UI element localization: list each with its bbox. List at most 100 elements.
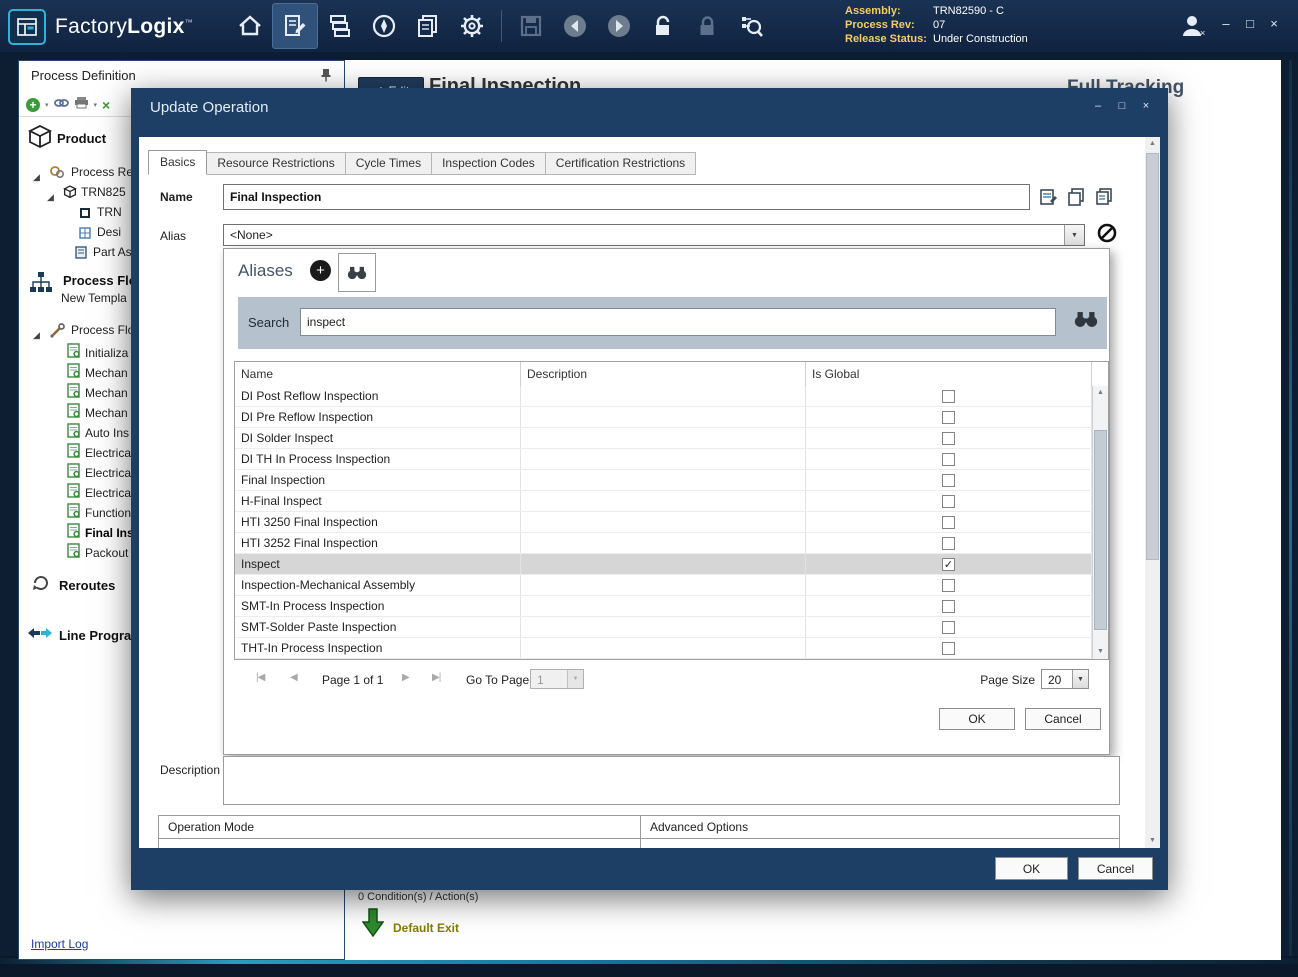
link-icon[interactable] bbox=[54, 96, 69, 114]
alias-table-row[interactable]: DI Pre Reflow Inspection bbox=[235, 407, 1092, 428]
last-page-button[interactable]: ▶| bbox=[432, 672, 440, 683]
column-header-name[interactable]: Name bbox=[235, 362, 521, 386]
audit-search-button[interactable] bbox=[729, 4, 773, 48]
scroll-up-icon[interactable]: ▲ bbox=[1093, 386, 1108, 400]
alias-table-row[interactable]: Inspect bbox=[235, 554, 1092, 575]
goto-page-input[interactable]: 1 ▼ bbox=[530, 669, 584, 689]
is-global-checkbox[interactable] bbox=[942, 537, 955, 550]
description-textarea[interactable] bbox=[223, 756, 1120, 805]
scroll-up-icon[interactable]: ▲ bbox=[1145, 137, 1160, 151]
chevron-down-icon[interactable]: ▼ bbox=[1072, 670, 1088, 688]
user-icon[interactable]: × bbox=[1176, 10, 1210, 42]
is-global-checkbox[interactable] bbox=[942, 600, 955, 613]
alias-table-row[interactable]: HTI 3250 Final Inspection bbox=[235, 512, 1092, 533]
materials-button[interactable] bbox=[318, 4, 362, 48]
dialog-ok-button[interactable]: OK bbox=[995, 857, 1068, 880]
dialog-minimize-button[interactable]: – bbox=[1089, 100, 1107, 116]
alias-table-row[interactable]: Inspection-Mechanical Assembly bbox=[235, 575, 1092, 596]
default-exit-label[interactable]: Default Exit bbox=[393, 921, 459, 935]
copy-icon[interactable] bbox=[1062, 186, 1089, 208]
dialog-tab[interactable]: Cycle Times bbox=[346, 152, 432, 175]
minimize-button[interactable]: – bbox=[1216, 16, 1236, 31]
print-dropdown-icon[interactable]: ▾ bbox=[94, 101, 98, 109]
alias-table-row[interactable]: DI TH In Process Inspection bbox=[235, 449, 1092, 470]
sidebar-item-design[interactable]: Desi bbox=[97, 225, 121, 239]
dialog-close-button[interactable]: × bbox=[1137, 100, 1155, 116]
alias-table-row[interactable]: DI Post Reflow Inspection bbox=[235, 386, 1092, 407]
is-global-checkbox[interactable] bbox=[942, 642, 955, 655]
alias-table-row[interactable]: SMT-Solder Paste Inspection bbox=[235, 617, 1092, 638]
save-button[interactable] bbox=[509, 4, 553, 48]
scrollbar-thumb[interactable] bbox=[1146, 153, 1159, 560]
is-global-checkbox[interactable] bbox=[942, 453, 955, 466]
alias-table-row[interactable]: Final Inspection bbox=[235, 470, 1092, 491]
dialog-scrollbar[interactable]: ▲ ▼ bbox=[1145, 137, 1160, 848]
scroll-down-icon[interactable]: ▼ bbox=[1093, 645, 1108, 659]
print-icon[interactable] bbox=[74, 96, 89, 114]
add-icon[interactable]: + bbox=[26, 98, 40, 112]
expand-arrow-icon[interactable]: ◢ bbox=[47, 187, 54, 205]
column-header-description[interactable]: Description bbox=[521, 362, 806, 386]
next-page-button[interactable]: ▶ bbox=[402, 672, 409, 683]
is-global-checkbox[interactable] bbox=[942, 432, 955, 445]
is-global-checkbox[interactable] bbox=[942, 411, 955, 424]
documents-button[interactable] bbox=[406, 4, 450, 48]
page-size-dropdown[interactable]: 20 ▼ bbox=[1041, 669, 1089, 689]
settings-gear-button[interactable] bbox=[450, 4, 494, 48]
dialog-tab[interactable]: Certification Restrictions bbox=[546, 152, 696, 175]
dialog-tab[interactable]: Basics bbox=[148, 150, 207, 175]
alias-table-row[interactable]: DI Solder Inspect bbox=[235, 428, 1092, 449]
search-input[interactable] bbox=[300, 308, 1056, 336]
is-global-checkbox[interactable] bbox=[942, 558, 955, 571]
is-global-checkbox[interactable] bbox=[942, 495, 955, 508]
dialog-cancel-button[interactable]: Cancel bbox=[1078, 857, 1153, 880]
expand-arrow-icon[interactable]: ◢ bbox=[33, 325, 40, 343]
add-alias-button[interactable]: + bbox=[310, 260, 331, 281]
sidebar-item-process-rev[interactable]: Process Rev bbox=[71, 165, 139, 179]
unlock-button[interactable] bbox=[641, 4, 685, 48]
alias-table-row[interactable]: THT-In Process Inspection bbox=[235, 638, 1092, 659]
chevron-down-icon[interactable]: ▼ bbox=[1064, 225, 1084, 245]
is-global-checkbox[interactable] bbox=[942, 390, 955, 403]
copy-all-icon[interactable] bbox=[1089, 186, 1116, 208]
expand-all-icon[interactable]: × bbox=[102, 98, 110, 112]
is-global-checkbox[interactable] bbox=[942, 474, 955, 487]
sidebar-item-process-flow-tree[interactable]: Process Flo bbox=[71, 323, 134, 337]
first-page-button[interactable]: |◀ bbox=[256, 672, 264, 683]
navigation-button[interactable] bbox=[362, 4, 406, 48]
sidebar-item-process-flow[interactable]: Process Flo bbox=[63, 273, 137, 288]
dialog-tab[interactable]: Resource Restrictions bbox=[207, 152, 345, 175]
is-global-checkbox[interactable] bbox=[942, 516, 955, 529]
alias-table-row[interactable]: SMT-In Process Inspection bbox=[235, 596, 1092, 617]
search-tab[interactable] bbox=[338, 253, 376, 292]
scrollbar-thumb[interactable] bbox=[1094, 430, 1107, 630]
lock-button[interactable] bbox=[685, 4, 729, 48]
clear-alias-icon[interactable] bbox=[1097, 223, 1117, 243]
prev-page-button[interactable]: ◀ bbox=[290, 672, 297, 683]
column-header-is-global[interactable]: Is Global bbox=[806, 362, 1092, 386]
add-dropdown-icon[interactable]: ▾ bbox=[45, 101, 49, 109]
sidebar-item-new-template[interactable]: New Templa bbox=[61, 291, 127, 305]
maximize-button[interactable]: □ bbox=[1240, 16, 1260, 31]
back-button[interactable] bbox=[553, 4, 597, 48]
sidebar-item-reroutes[interactable]: Reroutes bbox=[59, 578, 115, 593]
is-global-checkbox[interactable] bbox=[942, 579, 955, 592]
dialog-maximize-button[interactable]: □ bbox=[1113, 100, 1131, 116]
alias-dropdown[interactable]: <None> ▼ bbox=[223, 224, 1085, 246]
alias-table-scrollbar[interactable]: ▲ ▼ bbox=[1092, 386, 1108, 659]
home-button[interactable] bbox=[228, 4, 272, 48]
aliases-cancel-button[interactable]: Cancel bbox=[1025, 708, 1101, 730]
sidebar-item-line-programming[interactable]: Line Progra bbox=[59, 628, 131, 643]
process-definition-button[interactable] bbox=[272, 3, 318, 49]
sidebar-item-trn-sub[interactable]: TRN bbox=[97, 205, 122, 219]
alias-table-row[interactable]: HTI 3252 Final Inspection bbox=[235, 533, 1092, 554]
pin-icon[interactable] bbox=[320, 68, 332, 87]
scroll-down-icon[interactable]: ▼ bbox=[1145, 834, 1160, 848]
expand-arrow-icon[interactable]: ◢ bbox=[33, 167, 40, 185]
forward-button[interactable] bbox=[597, 4, 641, 48]
import-log-link[interactable]: Import Log bbox=[31, 937, 88, 951]
alias-table-row[interactable]: H-Final Inspect bbox=[235, 491, 1092, 512]
sidebar-item-trn[interactable]: TRN825 bbox=[81, 185, 126, 199]
search-button[interactable] bbox=[1073, 311, 1099, 333]
name-input[interactable] bbox=[223, 184, 1030, 210]
